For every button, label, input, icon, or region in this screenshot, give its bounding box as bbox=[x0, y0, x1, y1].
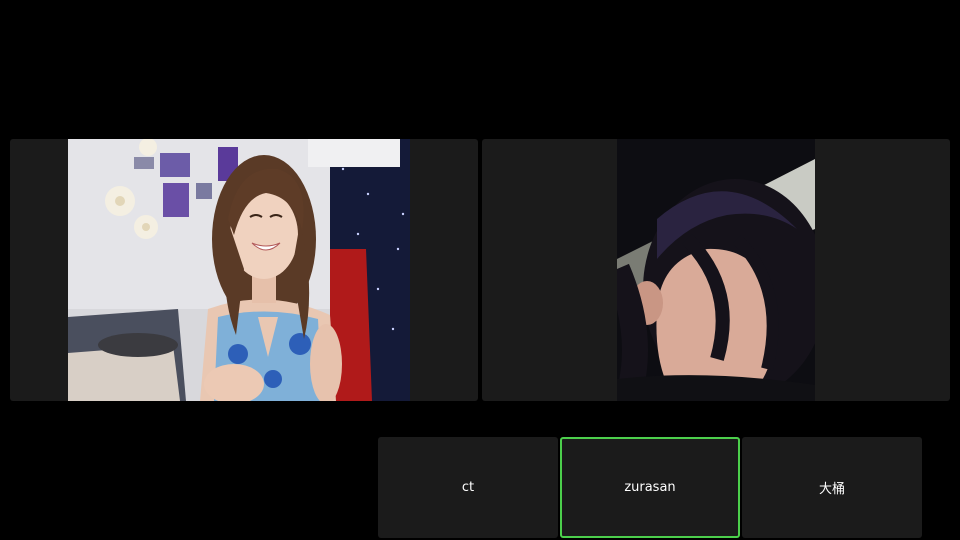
participant-strip: ct zurasan 大桶 bbox=[378, 437, 922, 538]
participant-thumb-zurasan[interactable]: zurasan bbox=[560, 437, 740, 538]
participant-thumb-otake[interactable]: 大桶 bbox=[742, 437, 922, 538]
video-tile-right[interactable] bbox=[482, 139, 950, 401]
participant-name: ct bbox=[461, 480, 475, 495]
webcam-image-left bbox=[68, 139, 410, 401]
participant-thumb-ct[interactable]: ct bbox=[378, 437, 558, 538]
webcam-image-right bbox=[617, 139, 815, 401]
participant-name: 大桶 bbox=[818, 482, 845, 497]
video-call-window: ct zurasan 大桶 bbox=[0, 0, 960, 540]
participant-name: zurasan bbox=[624, 480, 676, 495]
video-feed-right bbox=[617, 139, 815, 401]
video-feed-left bbox=[68, 139, 410, 401]
video-tile-left[interactable] bbox=[10, 139, 478, 401]
